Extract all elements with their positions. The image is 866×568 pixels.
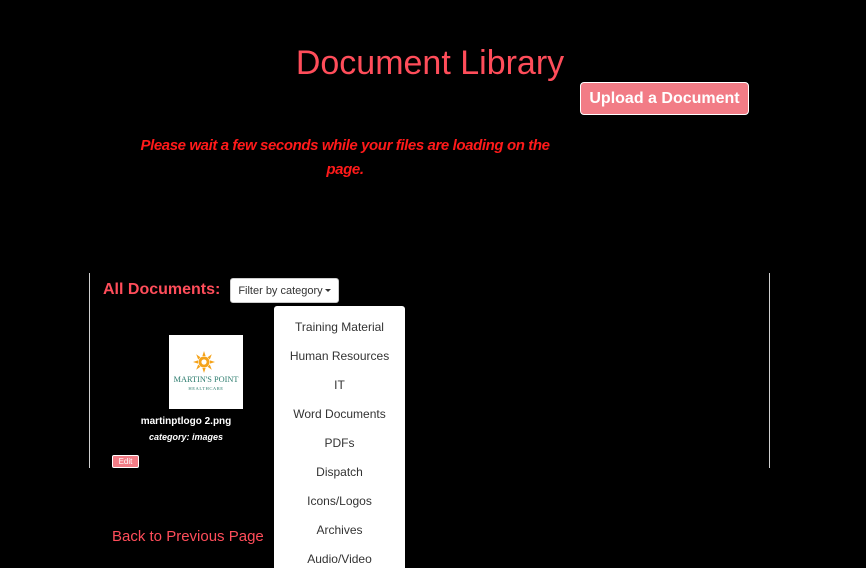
filter-button-label: Filter by category: [238, 284, 323, 297]
category-option-archives[interactable]: Archives: [274, 516, 405, 545]
category-option-pdfs[interactable]: PDFs: [274, 429, 405, 458]
page-title: Document Library: [295, 44, 565, 82]
category-option-it[interactable]: IT: [274, 371, 405, 400]
all-documents-heading: All Documents:: [103, 281, 221, 298]
logo-main-text: MARTIN'S POINT: [174, 375, 239, 384]
category-option-human-resources[interactable]: Human Resources: [274, 342, 405, 371]
caret-down-icon: [324, 289, 331, 292]
document-thumbnail[interactable]: MARTIN'S POINT HEALTHCARE: [169, 335, 243, 409]
category-option-dispatch[interactable]: Dispatch: [274, 458, 405, 487]
sun-icon: [193, 351, 215, 373]
filter-by-category-button[interactable]: Filter by category: [230, 278, 339, 303]
category-option-icons-logos[interactable]: Icons/Logos: [274, 487, 405, 516]
edit-document-button[interactable]: Edit: [112, 455, 139, 468]
back-to-previous-page-link[interactable]: Back to Previous Page: [112, 528, 264, 545]
logo-sub-text: HEALTHCARE: [188, 386, 223, 391]
document-library-page: Document Library Upload a Document Pleas…: [0, 0, 866, 568]
upload-document-button[interactable]: Upload a Document: [580, 82, 749, 115]
category-option-audio-video[interactable]: Audio/Video: [274, 545, 405, 568]
document-file-name: martinptlogo 2.png: [140, 416, 232, 427]
category-option-training-material[interactable]: Training Material: [274, 313, 405, 342]
document-category: category: images: [148, 432, 224, 442]
category-dropdown-menu: Training Material Human Resources IT Wor…: [274, 306, 405, 568]
loading-message: Please wait a few seconds while your fil…: [140, 137, 550, 178]
category-option-word-documents[interactable]: Word Documents: [274, 400, 405, 429]
martins-point-logo: MARTIN'S POINT HEALTHCARE: [174, 351, 239, 391]
